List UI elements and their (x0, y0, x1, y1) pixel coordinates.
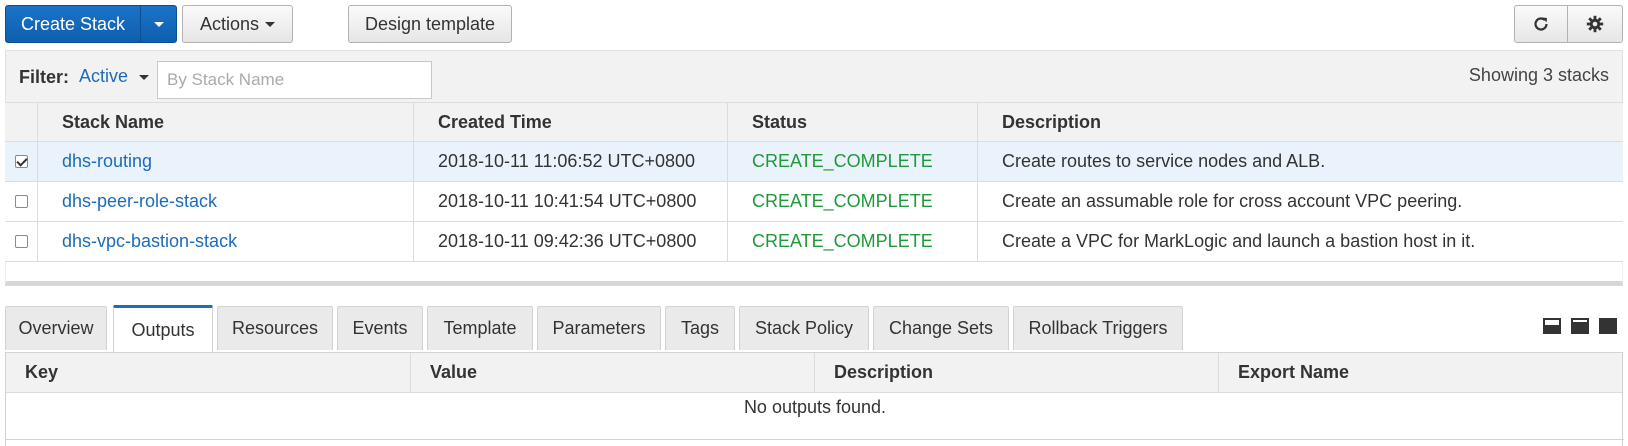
stack-name-cell: dhs-routing (37, 142, 413, 181)
chevron-down-icon (153, 21, 164, 27)
column-header-value[interactable]: Value (410, 353, 814, 392)
row-checkbox[interactable] (14, 155, 28, 168)
table-row[interactable]: dhs-peer-role-stack 2018-10-11 10:41:54 … (5, 182, 1623, 222)
row-checkbox-cell (5, 182, 37, 221)
tab-parameters[interactable]: Parameters (537, 306, 661, 350)
toolbar: Create Stack Actions Design template (0, 0, 1628, 48)
column-header-stack-name[interactable]: Stack Name (37, 103, 413, 141)
table-row[interactable]: dhs-vpc-bastion-stack 2018-10-11 09:42:3… (5, 222, 1623, 262)
pane-resize-divider[interactable] (5, 262, 1623, 286)
stack-name-link[interactable]: dhs-routing (62, 151, 152, 172)
tab-tags[interactable]: Tags (665, 306, 735, 350)
stack-name-filter-input[interactable] (157, 61, 432, 99)
column-header-description[interactable]: Description (814, 353, 1218, 392)
column-header-key[interactable]: Key (6, 353, 410, 392)
description-cell: Create an assumable role for cross accou… (977, 182, 1623, 221)
settings-button[interactable] (1567, 5, 1623, 43)
tab-overview[interactable]: Overview (5, 306, 107, 350)
tab-resources[interactable]: Resources (217, 306, 333, 350)
stacks-table: Stack Name Created Time Status Descripti… (5, 102, 1623, 262)
filter-status-value: Active (79, 66, 129, 86)
outputs-header-row: Key Value Description Export Name (6, 353, 1622, 393)
table-header-row: Stack Name Created Time Status Descripti… (5, 102, 1623, 142)
stack-detail-tabs: Overview Outputs Resources Events Templa… (5, 305, 1623, 352)
outputs-table: Key Value Description Export Name No out… (5, 352, 1624, 446)
actions-button[interactable]: Actions (182, 5, 293, 43)
row-checkbox-cell (5, 142, 37, 181)
column-header-description[interactable]: Description (977, 103, 1623, 141)
created-time-cell: 2018-10-11 11:06:52 UTC+0800 (413, 142, 727, 181)
row-checkbox[interactable] (14, 235, 28, 248)
pane-large-icon[interactable] (1599, 318, 1617, 334)
gear-icon (1586, 15, 1604, 33)
filter-bar: Filter: Active Showing 3 stacks (5, 50, 1623, 102)
status-cell: CREATE_COMPLETE (727, 222, 977, 261)
tab-template[interactable]: Template (427, 306, 533, 350)
stack-name-link[interactable]: dhs-peer-role-stack (62, 191, 217, 212)
stack-count-text: Showing 3 stacks (1468, 65, 1609, 85)
status-cell: CREATE_COMPLETE (727, 142, 977, 181)
chevron-down-icon (139, 74, 150, 80)
refresh-icon (1534, 17, 1548, 31)
tab-change-sets[interactable]: Change Sets (873, 306, 1009, 350)
chevron-down-icon (265, 21, 276, 27)
column-header-created-time[interactable]: Created Time (413, 103, 727, 141)
created-time-cell: 2018-10-11 10:41:54 UTC+0800 (413, 182, 727, 221)
created-time-cell: 2018-10-11 09:42:36 UTC+0800 (413, 222, 727, 261)
design-template-button[interactable]: Design template (348, 5, 512, 43)
pane-medium-icon[interactable] (1571, 318, 1589, 334)
row-checkbox-cell (5, 222, 37, 261)
table-row[interactable]: dhs-routing 2018-10-11 11:06:52 UTC+0800… (5, 142, 1623, 182)
refresh-button[interactable] (1514, 5, 1568, 43)
tab-rollback-triggers[interactable]: Rollback Triggers (1013, 306, 1183, 350)
description-cell: Create a VPC for MarkLogic and launch a … (977, 222, 1623, 261)
actions-label: Actions (199, 13, 260, 34)
create-stack-dropdown-button[interactable] (140, 5, 177, 43)
description-cell: Create routes to service nodes and ALB. (977, 142, 1623, 181)
filter-label: Filter: (19, 67, 70, 87)
stack-name-link[interactable]: dhs-vpc-bastion-stack (62, 231, 237, 252)
create-stack-button[interactable]: Create Stack (5, 5, 141, 43)
row-checkbox[interactable] (14, 195, 28, 208)
column-header-status[interactable]: Status (727, 103, 977, 141)
column-header-export-name[interactable]: Export Name (1218, 353, 1624, 392)
tab-events[interactable]: Events (337, 306, 423, 350)
tab-outputs[interactable]: Outputs (113, 305, 213, 352)
header-checkbox-cell (5, 103, 37, 141)
empty-outputs-message: No outputs found. (743, 397, 887, 417)
status-cell: CREATE_COMPLETE (727, 182, 977, 221)
pane-small-icon[interactable] (1543, 318, 1561, 334)
tab-stack-policy[interactable]: Stack Policy (739, 306, 869, 350)
pane-size-controls (1543, 318, 1617, 334)
filter-status-dropdown[interactable]: Active (79, 66, 150, 87)
outputs-bottom-border (6, 439, 1624, 440)
stack-name-cell: dhs-vpc-bastion-stack (37, 222, 413, 261)
stack-name-cell: dhs-peer-role-stack (37, 182, 413, 221)
